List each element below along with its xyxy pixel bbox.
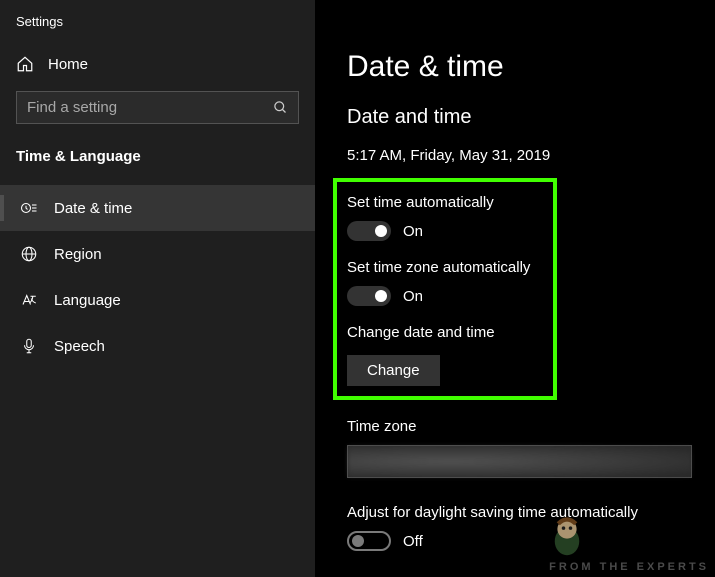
dst-toggle[interactable] <box>347 531 391 551</box>
sidebar-item-label: Region <box>54 246 102 263</box>
search-box[interactable] <box>16 91 299 124</box>
app-title: Settings <box>0 10 315 47</box>
sidebar-item-date-time[interactable]: Date & time <box>0 185 315 231</box>
change-dt-label: Change date and time <box>347 324 543 341</box>
sidebar: Settings Home Time & Language Date & tim… <box>0 0 315 577</box>
sidebar-item-label: Speech <box>54 338 105 355</box>
language-icon <box>20 291 38 309</box>
page-title: Date & time <box>347 50 715 84</box>
sidebar-item-speech[interactable]: Speech <box>0 323 315 369</box>
sidebar-item-language[interactable]: Language <box>0 277 315 323</box>
section-title: Date and time <box>347 106 715 129</box>
timezone-select[interactable] <box>347 445 692 478</box>
set-tz-auto-state: On <box>403 288 423 305</box>
set-time-auto-toggle[interactable] <box>347 221 391 241</box>
dst-label: Adjust for daylight saving time automati… <box>347 504 715 521</box>
search-input[interactable] <box>27 99 273 116</box>
sidebar-home[interactable]: Home <box>0 47 315 91</box>
search-icon <box>273 100 288 115</box>
highlight-box: Set time automatically On Set time zone … <box>333 178 557 400</box>
dst-state: Off <box>403 533 423 550</box>
sidebar-item-label: Language <box>54 292 121 309</box>
category-title: Time & Language <box>0 144 315 185</box>
microphone-icon <box>20 337 38 355</box>
home-icon <box>16 55 34 73</box>
change-button[interactable]: Change <box>347 355 440 386</box>
sidebar-home-label: Home <box>48 56 88 73</box>
current-datetime: 5:17 AM, Friday, May 31, 2019 <box>347 147 715 164</box>
main-content: Date & time Date and time 5:17 AM, Frida… <box>315 0 715 577</box>
timezone-label: Time zone <box>347 418 715 435</box>
clock-text-icon <box>20 199 38 217</box>
set-time-auto-state: On <box>403 223 423 240</box>
globe-icon <box>20 245 38 263</box>
set-time-auto-label: Set time automatically <box>347 194 543 211</box>
sidebar-item-label: Date & time <box>54 200 132 217</box>
watermark: FROM THE EXPERTS <box>549 561 709 573</box>
set-tz-auto-toggle[interactable] <box>347 286 391 306</box>
mascot-icon <box>549 515 585 557</box>
sidebar-item-region[interactable]: Region <box>0 231 315 277</box>
set-tz-auto-label: Set time zone automatically <box>347 259 543 276</box>
